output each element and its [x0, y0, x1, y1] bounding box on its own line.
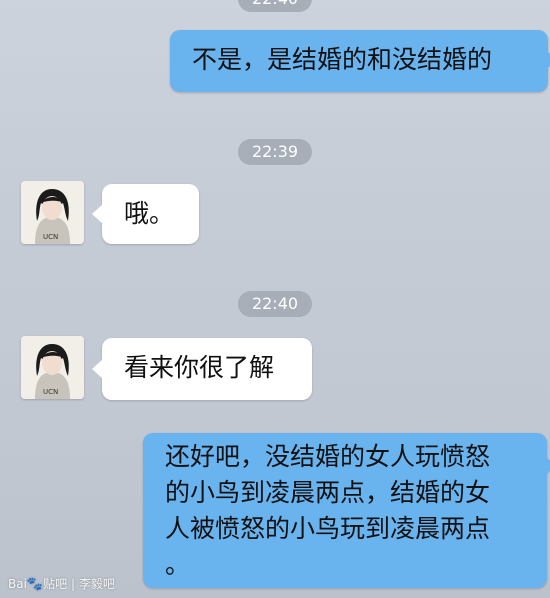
avatar-photo: UCN	[21, 336, 84, 399]
message-text: 不是，是结婚的和没结婚的	[192, 45, 493, 74]
baidu-tieba-watermark: Bai🐾贴吧 | 李毅吧	[8, 575, 115, 592]
contact-avatar[interactable]: UCN	[21, 181, 84, 244]
message-bubble-outgoing[interactable]: 不是，是结婚的和没结婚的	[170, 30, 550, 92]
message-bubble-incoming[interactable]: 看来你很了解	[92, 338, 312, 400]
timestamp-2239: 22:39	[237, 139, 313, 165]
message-bubble-incoming[interactable]: 哦。	[92, 184, 199, 244]
contact-avatar[interactable]: UCN	[21, 336, 84, 399]
watermark-separator: |	[70, 577, 75, 591]
avatar-photo: UCN	[21, 181, 84, 244]
svg-text:UCN: UCN	[43, 233, 58, 241]
message-text: 看来你很了解	[124, 353, 275, 382]
message-bubble-outgoing[interactable]: 还好吧，没结婚的女人玩愤怒 的小鸟到凌晨两点，结婚的女 人被愤怒的小鸟玩到凌晨两…	[143, 433, 550, 588]
timestamp-2240: 22:40	[237, 291, 313, 317]
message-line: 还好吧，没结婚的女人玩愤怒	[165, 442, 491, 471]
watermark-site: 贴吧	[43, 577, 68, 591]
message-line: 人被愤怒的小鸟玩到凌晨两点	[165, 514, 491, 543]
paw-icon: 🐾	[26, 577, 44, 592]
timestamp-top: 22:40	[237, 0, 313, 12]
bubble-tail	[546, 457, 550, 475]
watermark-forum: 李毅吧	[78, 577, 115, 591]
message-line: 。	[165, 550, 191, 579]
bubble-tail	[92, 204, 103, 224]
watermark-brand: Bai	[8, 577, 27, 591]
message-line: 的小鸟到凌晨两点，结婚的女	[165, 478, 491, 507]
message-text: 哦。	[124, 199, 175, 228]
bubble-tail	[92, 359, 103, 379]
chat-view: 22:40 不是，是结婚的和没结婚的 22:39 UCN 哦。 22:40 UC…	[0, 0, 550, 598]
svg-text:UCN: UCN	[43, 388, 58, 396]
